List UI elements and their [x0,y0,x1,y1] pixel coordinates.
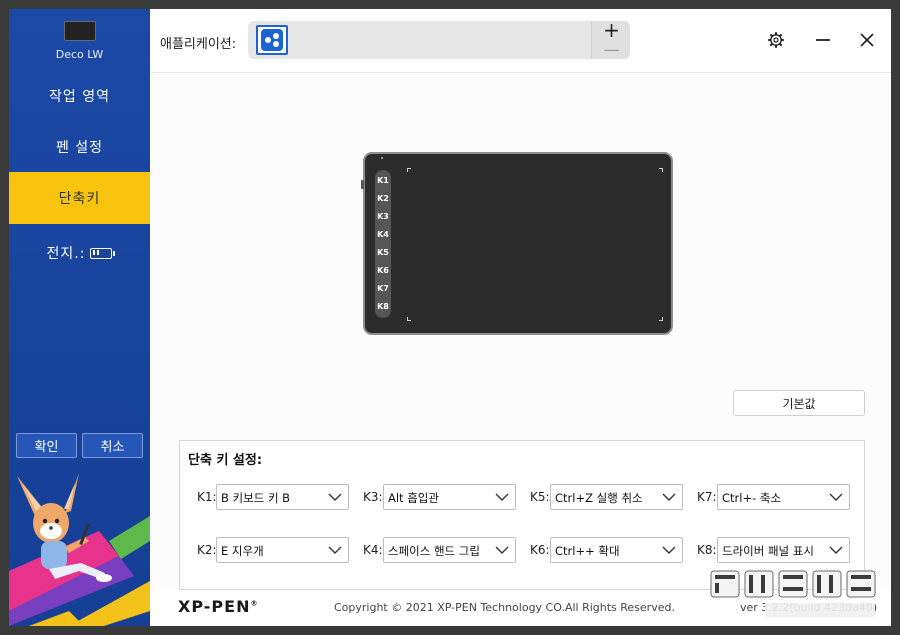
nav-pen-settings-label: 펜 설정 [55,140,104,156]
logo-text: XP-PEN [178,597,251,616]
key-value-k1: B 키보드 키 B [221,491,291,505]
key-label-k4: K4: [363,543,383,557]
key-value-k7: Ctrl+- 축소 [722,491,782,505]
nav-battery: 전지.: [9,227,150,279]
shortcut-settings-panel: 단축 키 설정: K1: B 키보드 키 B K3: Alt 흡입관 K5: C… [179,440,865,590]
key-select-k5[interactable]: Ctrl+Z 실행 취소 [550,484,683,510]
active-area-corner [659,317,663,321]
confirm-button[interactable]: 확인 [16,433,77,458]
express-key-k7[interactable]: K7 [375,280,391,296]
key-select-k2[interactable]: E 지우개 [216,537,349,563]
restore-default-button[interactable]: 기본값 [733,390,865,416]
chevron-down-icon [829,546,843,554]
active-area-corner [407,317,411,321]
key-label-k6: K6: [530,543,550,557]
version-text: ver 3.2.2(build 423da40) [740,601,878,614]
express-key-k2[interactable]: K2 [375,190,391,206]
express-key-k3[interactable]: K3 [375,208,391,224]
application-bar: + — [248,20,631,59]
tablet-indicator-icon [381,157,383,159]
application-label: 애플리케이션: [160,37,237,52]
nav-shortcut-keys[interactable]: 단축키 [9,172,150,224]
copyright-text: Copyright © 2021 XP-PEN Technology CO.Al… [334,601,675,614]
battery-icon [90,247,116,259]
express-key-k4[interactable]: K4 [375,226,391,242]
express-key-k1[interactable]: K1 [375,172,391,188]
driver-window: Deco LW 작업 영역 펜 설정 단축키 전지.: 확인 취소 애플리케이션… [9,9,891,626]
key-label-k2: K2: [197,543,217,557]
minimize-icon[interactable] [812,29,834,51]
express-key-k6[interactable]: K6 [375,262,391,278]
key-select-k6[interactable]: Ctrl++ 확대 [550,537,683,563]
nav-pen-settings[interactable]: 펜 설정 [9,121,150,173]
nav-work-area-label: 작업 영역 [49,89,110,105]
tablet-preview: K1 K2 K3 K4 K5 K6 K7 K8 [361,152,673,335]
mascot-illustration [9,473,150,626]
add-app-button[interactable]: + [592,20,631,40]
remove-app-button[interactable]: — [592,40,631,59]
app-all-apps-tile[interactable] [256,25,288,55]
key-value-k2: E 지우개 [221,544,264,558]
cancel-button[interactable]: 취소 [82,433,143,458]
settings-gear-icon[interactable] [765,29,787,51]
chevron-down-icon [662,546,676,554]
nav-work-area[interactable]: 작업 영역 [9,70,150,122]
chevron-down-icon [328,493,342,501]
active-area-corner [659,168,663,172]
key-value-k6: Ctrl++ 확대 [555,544,620,558]
chevron-down-icon [495,546,509,554]
chevron-down-icon [328,546,342,554]
key-value-k5: Ctrl+Z 실행 취소 [555,491,643,505]
xp-pen-logo: XP-PEN® [178,597,259,616]
active-area-corner [407,168,411,172]
key-select-k7[interactable]: Ctrl+- 축소 [717,484,850,510]
footer: XP-PEN® Copyright © 2021 XP-PEN Technolo… [150,590,891,626]
device-thumbnail-icon[interactable] [64,21,96,41]
express-key-k8[interactable]: K8 [375,298,391,314]
tablet-express-keys: K1 K2 K3 K4 K5 K6 K7 K8 [375,170,391,318]
express-key-k5[interactable]: K5 [375,244,391,260]
key-label-k3: K3: [363,490,383,504]
chevron-down-icon [495,493,509,501]
all-apps-icon [261,29,283,51]
key-select-k3[interactable]: Alt 흡입관 [383,484,516,510]
key-select-k8[interactable]: 드라이버 패널 표시 [717,537,850,563]
sidebar: Deco LW 작업 영역 펜 설정 단축키 전지.: 확인 취소 [9,9,150,626]
key-select-k4[interactable]: 스페이스 핸드 그립 [383,537,516,563]
close-icon[interactable] [856,29,878,51]
chevron-down-icon [829,493,843,501]
device-name: Deco LW [55,48,104,61]
key-label-k5: K5: [530,490,550,504]
shortcut-settings-title: 단축 키 설정: [188,453,263,468]
key-select-k1[interactable]: B 키보드 키 B [216,484,349,510]
tablet-side-button [361,180,364,189]
key-label-k7: K7: [697,490,717,504]
add-remove-app-control: + — [591,20,631,59]
chevron-down-icon [662,493,676,501]
key-value-k3: Alt 흡입관 [388,491,439,505]
key-label-k8: K8: [697,543,717,557]
nav-shortcut-keys-label: 단축키 [58,191,101,207]
key-label-k1: K1: [197,490,217,504]
key-value-k8: 드라이버 패널 표시 [722,544,814,558]
key-value-k4: 스페이스 핸드 그립 [388,544,480,558]
battery-label: 전지.: [46,246,86,262]
